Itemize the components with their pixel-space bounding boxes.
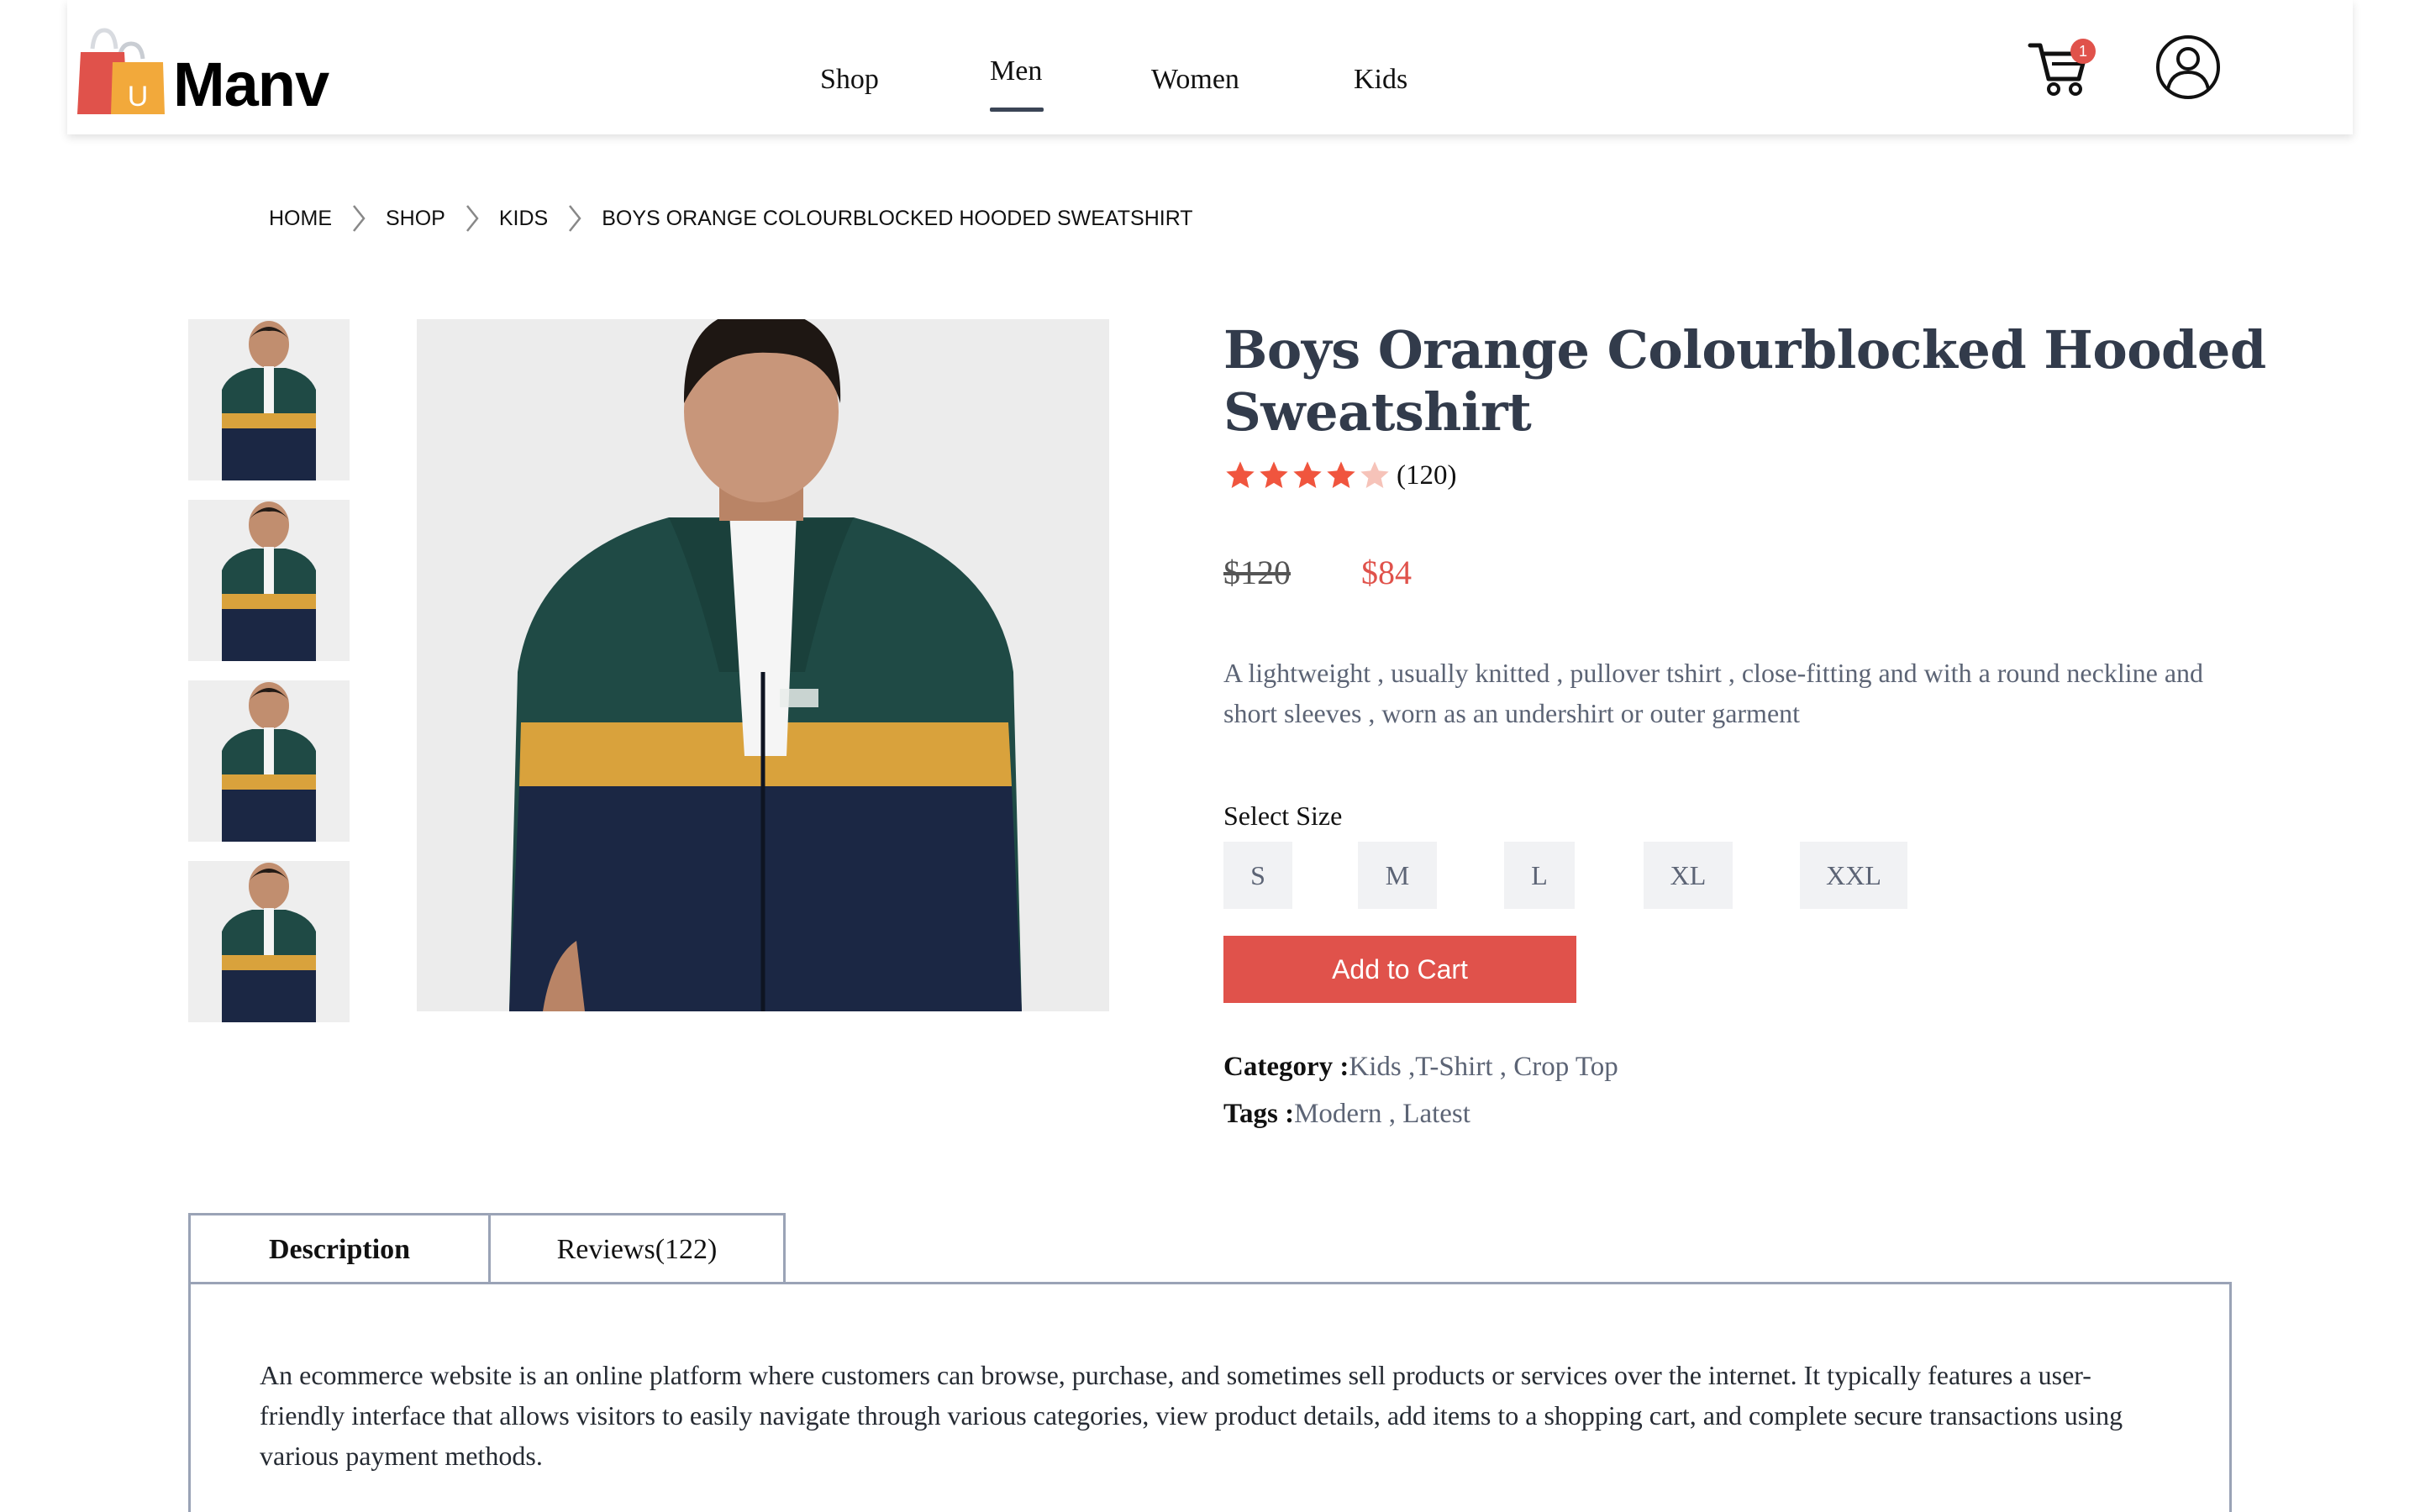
category-row: Category :Kids ,T-Shirt , Crop Top [1223, 1043, 2282, 1090]
size-option-xxl[interactable]: XXL [1800, 842, 1907, 909]
nav-item-women[interactable]: Women [1151, 64, 1239, 96]
product-thumbnail[interactable] [188, 861, 350, 1022]
size-option-s[interactable]: S [1223, 842, 1292, 909]
product-meta: Category :Kids ,T-Shirt , Crop Top Tags … [1223, 1043, 2282, 1137]
star-filled-icon [1327, 461, 1355, 488]
breadcrumb: HOME SHOP KIDS BOYS ORANGE COLOURBLOCKED… [269, 202, 1193, 235]
category-label: Category : [1223, 1052, 1349, 1082]
description-text: An ecommerce website is an online platfo… [260, 1360, 2123, 1471]
rating-stars [1223, 459, 1392, 492]
cart-button[interactable]: 1 [2027, 35, 2096, 102]
tags-label: Tags : [1223, 1099, 1295, 1129]
select-size-label: Select Size [1223, 801, 1343, 831]
tab-description[interactable]: Description [188, 1213, 491, 1284]
user-account-button[interactable] [2154, 32, 2222, 102]
original-price: $120 [1223, 554, 1291, 591]
product-thumbnail[interactable] [188, 500, 350, 661]
nav-active-underline [990, 108, 1044, 112]
size-option-l[interactable]: L [1504, 842, 1575, 909]
tab-reviews[interactable]: Reviews(122) [488, 1213, 786, 1284]
product-main-image[interactable] [417, 319, 1109, 1011]
product-tabs: Description Reviews(122) [188, 1213, 786, 1284]
chevron-right-icon [342, 202, 376, 235]
star-empty-icon [1360, 461, 1389, 488]
main-nav: Shop Men Women Kids [67, 0, 2353, 134]
breadcrumb-current: BOYS ORANGE COLOURBLOCKED HOODED SWEATSH… [602, 206, 1193, 230]
product-short-description: A lightweight , usually knitted , pullov… [1223, 658, 2204, 728]
category-value[interactable]: Kids ,T-Shirt , Crop Top [1349, 1052, 1618, 1082]
breadcrumb-home[interactable]: HOME [269, 207, 332, 231]
sale-price: $84 [1361, 554, 1412, 591]
product-thumbnail[interactable] [188, 319, 350, 480]
size-options: S M L XL XXL [1223, 842, 2282, 909]
breadcrumb-shop[interactable]: SHOP [386, 207, 445, 231]
star-filled-icon [1260, 461, 1288, 488]
size-option-xl[interactable]: XL [1644, 842, 1733, 909]
tab-panel-description: An ecommerce website is an online platfo… [188, 1282, 2232, 1512]
star-filled-icon [1293, 461, 1322, 488]
rating-count[interactable]: (120) [1397, 460, 1456, 491]
product-info: Boys Orange Colourblocked Hooded Sweatsh… [1223, 319, 2282, 1137]
nav-item-shop[interactable]: Shop [820, 64, 879, 96]
breadcrumb-kids[interactable]: KIDS [499, 207, 548, 231]
product-rating: (120) [1223, 459, 2282, 492]
product-title: Boys Orange Colourblocked Hooded Sweatsh… [1223, 319, 2266, 443]
product-page: U Manv Shop Men Women Kids 1 HOME SHOP K… [0, 0, 2420, 1512]
nav-item-kids[interactable]: Kids [1354, 64, 1407, 96]
nav-item-men[interactable]: Men [990, 55, 1042, 87]
tags-row: Tags :Modern , Latest [1223, 1090, 2282, 1137]
user-icon [2154, 35, 2222, 106]
site-header: U Manv Shop Men Women Kids 1 [67, 0, 2353, 134]
product-thumbnail[interactable] [188, 680, 350, 842]
chevron-right-icon [558, 202, 592, 235]
cart-count-badge: 1 [2070, 39, 2096, 64]
star-filled-icon [1226, 461, 1255, 488]
price-block: $120 $84 [1223, 553, 2282, 592]
tags-value[interactable]: Modern , Latest [1294, 1099, 1470, 1129]
chevron-right-icon [455, 202, 489, 235]
cart-icon [2027, 43, 2094, 102]
size-option-m[interactable]: M [1358, 842, 1437, 909]
add-to-cart-button[interactable]: Add to Cart [1223, 936, 1576, 1003]
thumbnail-list [188, 319, 350, 1042]
